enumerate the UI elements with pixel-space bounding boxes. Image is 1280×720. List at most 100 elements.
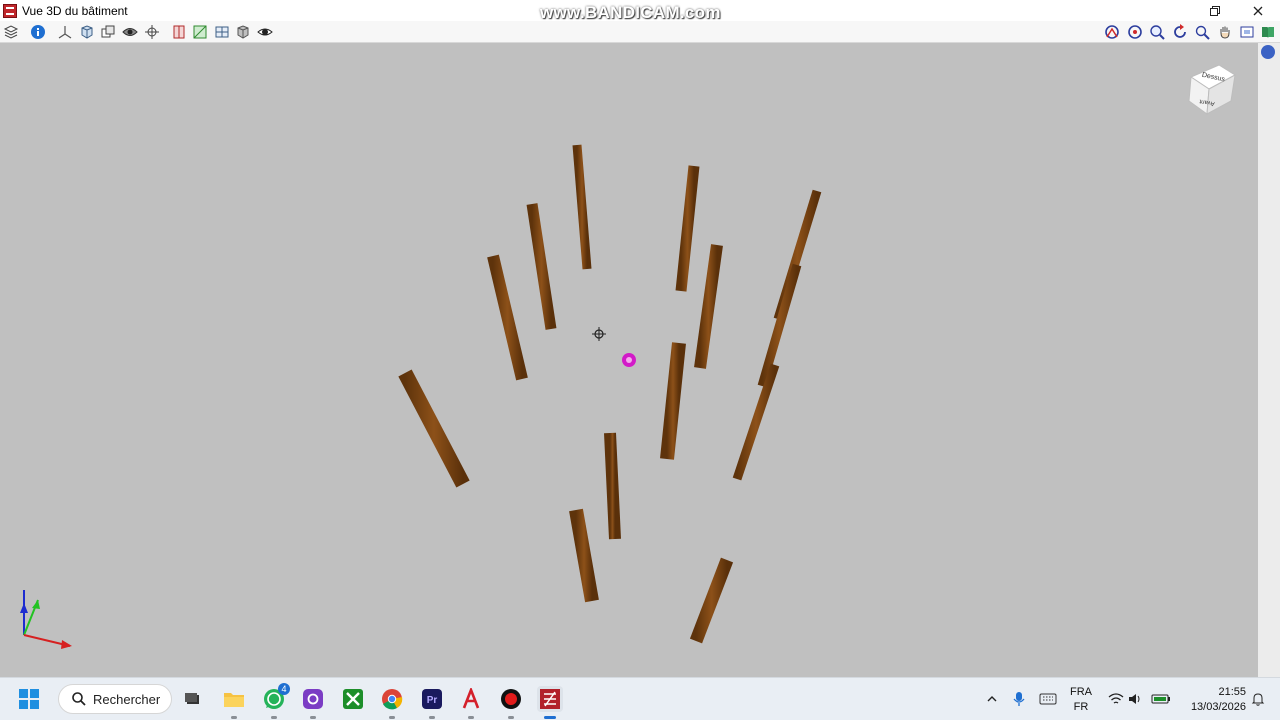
rotate-icon bbox=[1174, 24, 1186, 38]
show-hidden-icons-button[interactable] bbox=[979, 686, 1005, 712]
microphone-button[interactable] bbox=[1006, 686, 1032, 712]
archicad-button[interactable] bbox=[537, 686, 563, 712]
column[interactable] bbox=[694, 244, 723, 369]
running-indicator bbox=[389, 716, 395, 719]
cube-button[interactable] bbox=[234, 23, 252, 41]
input-language[interactable]: FRA bbox=[1066, 686, 1096, 698]
column[interactable] bbox=[689, 557, 734, 644]
close-icon bbox=[1253, 6, 1263, 15]
info-icon bbox=[31, 25, 45, 39]
view-button[interactable] bbox=[256, 23, 274, 41]
column[interactable] bbox=[732, 363, 780, 481]
chrome-button[interactable] bbox=[379, 686, 405, 712]
whatsapp-badge: 4 bbox=[278, 683, 290, 695]
volume-icon bbox=[1129, 694, 1140, 704]
section-button[interactable] bbox=[170, 23, 188, 41]
battery-button[interactable] bbox=[1148, 686, 1174, 712]
close-button[interactable] bbox=[1246, 2, 1270, 19]
toolbar bbox=[0, 21, 1280, 43]
running-indicator bbox=[310, 716, 316, 719]
running-indicator bbox=[231, 716, 237, 719]
keyboard-icon bbox=[1039, 693, 1057, 705]
clock-time[interactable]: 21:55 bbox=[1180, 686, 1246, 698]
orbit-free-icon bbox=[1128, 25, 1142, 39]
running-indicator bbox=[271, 716, 277, 719]
clock-date[interactable]: 13/03/2026 bbox=[1180, 701, 1246, 713]
file-explorer-button[interactable] bbox=[221, 686, 247, 712]
column[interactable] bbox=[572, 144, 592, 270]
zoom-window-icon bbox=[1195, 25, 1210, 40]
instagram-button[interactable] bbox=[300, 686, 326, 712]
axes-button[interactable] bbox=[56, 23, 74, 41]
book-button[interactable] bbox=[1259, 23, 1277, 41]
column[interactable] bbox=[675, 165, 700, 292]
3d-viewport[interactable]: Dessus Avant bbox=[0, 43, 1258, 677]
book-icon bbox=[1262, 27, 1274, 38]
keyboard-layout[interactable]: FR bbox=[1066, 701, 1096, 713]
column[interactable] bbox=[398, 369, 470, 488]
pan-button[interactable] bbox=[1216, 23, 1234, 41]
record-button[interactable] bbox=[498, 686, 524, 712]
view-cube[interactable]: Dessus Avant bbox=[1183, 59, 1243, 119]
right-panel-strip bbox=[1258, 43, 1280, 677]
grid-button[interactable] bbox=[213, 23, 231, 41]
column[interactable] bbox=[569, 508, 599, 603]
acrobat-button[interactable] bbox=[458, 686, 484, 712]
columns-group bbox=[398, 144, 822, 644]
column[interactable] bbox=[487, 254, 528, 381]
xbox-button[interactable] bbox=[340, 686, 366, 712]
premiere-icon: Pr bbox=[422, 689, 442, 709]
orbit-button[interactable] bbox=[1103, 23, 1121, 41]
zoom-window-button[interactable] bbox=[1193, 23, 1211, 41]
zoom-icon bbox=[1150, 25, 1165, 40]
column[interactable] bbox=[526, 203, 557, 330]
task-view-button[interactable] bbox=[180, 686, 206, 712]
3d-scene[interactable] bbox=[0, 43, 1258, 677]
fit-view-button[interactable] bbox=[1238, 23, 1256, 41]
keyboard-button[interactable] bbox=[1035, 686, 1061, 712]
premiere-button[interactable]: Pr bbox=[419, 686, 445, 712]
record-icon bbox=[501, 689, 521, 709]
search-label: Rechercher bbox=[93, 691, 161, 707]
chevron-up-icon bbox=[987, 696, 997, 702]
svg-text:Pr: Pr bbox=[427, 695, 438, 706]
pan-cursor-icon bbox=[592, 327, 606, 341]
column[interactable] bbox=[660, 342, 686, 460]
rotate-button[interactable] bbox=[1171, 23, 1189, 41]
layers-button[interactable] bbox=[2, 23, 20, 41]
column[interactable] bbox=[604, 432, 621, 540]
xbox-icon bbox=[343, 689, 363, 709]
zoom-button[interactable] bbox=[1148, 23, 1166, 41]
axes-icon bbox=[58, 26, 72, 39]
axis-indicator bbox=[20, 590, 72, 649]
orbit-icon bbox=[1105, 25, 1119, 39]
archicad-icon bbox=[540, 689, 560, 709]
taskbar-search[interactable]: Rechercher bbox=[58, 684, 172, 714]
file-explorer-icon bbox=[224, 693, 244, 707]
orbit-pivot-icon bbox=[622, 353, 636, 367]
column[interactable] bbox=[757, 263, 802, 388]
notifications-button[interactable] bbox=[1245, 686, 1271, 712]
eye-icon bbox=[257, 28, 273, 36]
taskbar: Rechercher 4 Pr FRA FR 21:55 13/03/2026 bbox=[0, 677, 1280, 720]
restore-button[interactable] bbox=[1203, 2, 1227, 19]
running-indicator bbox=[508, 716, 514, 719]
windows-start-icon bbox=[19, 689, 39, 709]
section-icon bbox=[173, 25, 185, 39]
hide-button[interactable] bbox=[121, 23, 139, 41]
info-button[interactable] bbox=[29, 23, 47, 41]
copy-view-button[interactable] bbox=[99, 23, 117, 41]
start-button[interactable] bbox=[16, 686, 42, 712]
orbit-free-button[interactable] bbox=[1126, 23, 1144, 41]
help-icon[interactable] bbox=[1261, 45, 1275, 59]
task-view-icon bbox=[185, 693, 199, 704]
layers-icon bbox=[3, 25, 19, 39]
box-view-button[interactable] bbox=[78, 23, 96, 41]
walk-button[interactable] bbox=[143, 23, 161, 41]
grid-icon bbox=[215, 26, 229, 38]
volume-button[interactable] bbox=[1122, 686, 1148, 712]
recording-watermark: www.BANDICAM.com bbox=[540, 3, 721, 22]
pan-hand-icon bbox=[1220, 26, 1230, 39]
chrome-icon bbox=[382, 689, 403, 710]
plane-button[interactable] bbox=[191, 23, 209, 41]
